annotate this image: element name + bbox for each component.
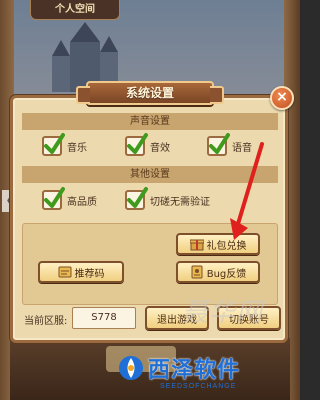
sound-settings-header: 声音设置 [22, 113, 278, 130]
high-quality-checkbox[interactable] [42, 187, 65, 210]
watermark-domain: SEEDSOFCHANGE [160, 383, 237, 390]
bug-feedback-icon [190, 265, 204, 279]
seedsofchange-logo-icon [119, 356, 143, 380]
watermark-script: 聂华网 [182, 298, 264, 328]
dialog-title-banner: 系统设置 [76, 81, 224, 105]
watermark-brand: 西泽软件 [148, 358, 241, 383]
gift-icon [189, 237, 204, 251]
high-quality-label: 高品质 [67, 196, 97, 208]
music-label: 音乐 [67, 142, 87, 154]
high-quality-option[interactable]: 高品质 [42, 187, 97, 210]
current-server-value: S778 [72, 307, 136, 329]
spar-no-verify-label: 切磋无需验证 [150, 196, 210, 208]
card-icon [58, 265, 72, 279]
close-button[interactable]: × [270, 86, 294, 110]
sound-effects-option[interactable]: 音效 [125, 133, 170, 156]
music-checkbox[interactable] [42, 133, 65, 156]
current-server-label: 当前区服: [24, 316, 68, 327]
personal-space-tab[interactable]: 个人空间 [30, 0, 120, 20]
dialog-title: 系统设置 [125, 86, 174, 100]
sound-effects-checkbox[interactable] [125, 133, 148, 156]
spar-no-verify-option[interactable]: 切磋无需验证 [125, 187, 210, 210]
recommend-code-label: 推荐码 [74, 268, 105, 280]
bug-report-button[interactable]: Bug反馈 [176, 261, 260, 283]
sound-effects-label: 音效 [150, 142, 170, 154]
annotation-arrow-icon [230, 142, 264, 240]
checkmark-icon [44, 187, 65, 208]
checkmark-icon [44, 133, 65, 154]
music-option[interactable]: 音乐 [42, 133, 87, 156]
checkmark-icon [127, 133, 148, 154]
spar-no-verify-checkbox[interactable] [125, 187, 148, 210]
bug-report-label: Bug反馈 [206, 268, 247, 280]
recommend-code-button[interactable]: 推荐码 [38, 261, 124, 283]
checkmark-icon [127, 187, 148, 208]
